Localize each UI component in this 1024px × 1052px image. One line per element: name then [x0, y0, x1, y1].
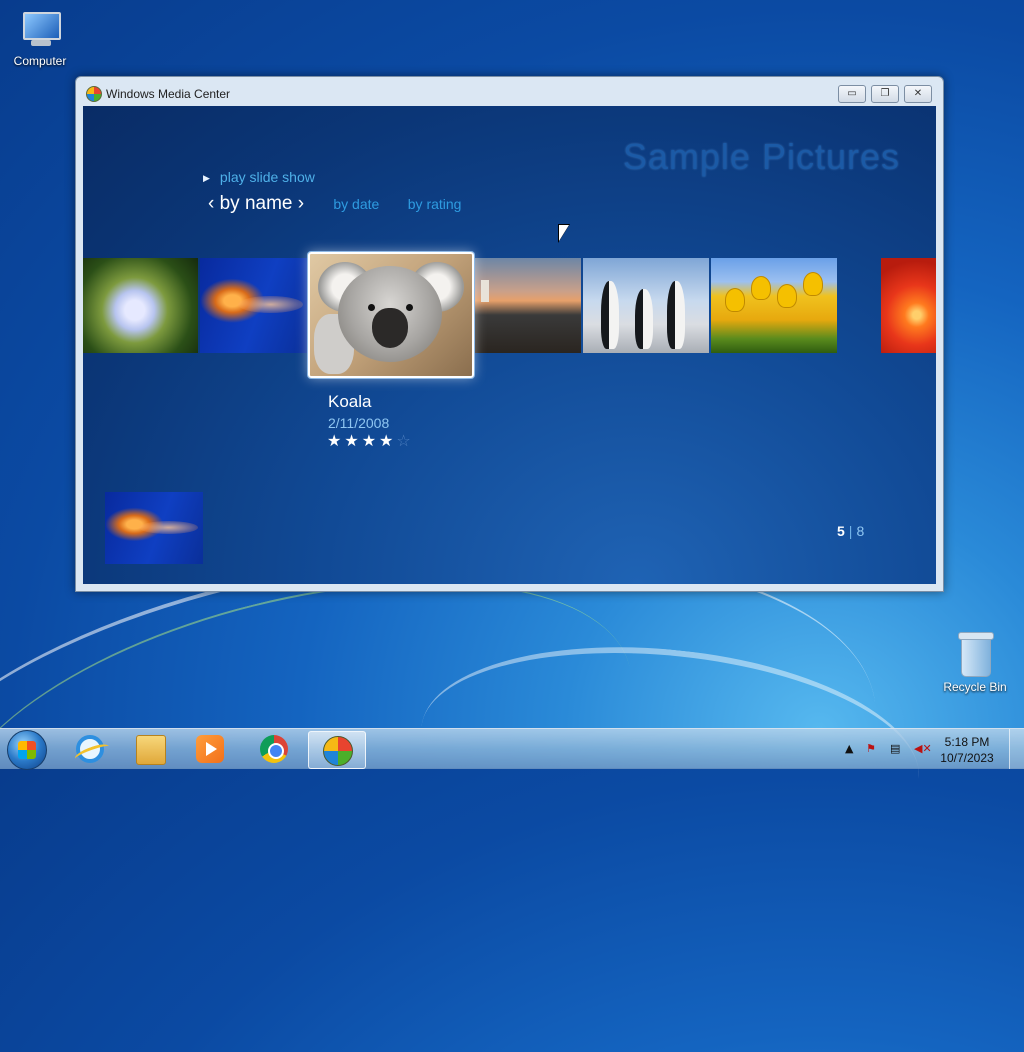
sort-selected[interactable]: ‹ by name › — [208, 193, 309, 214]
recycle-bin-icon — [958, 632, 994, 677]
start-button[interactable] — [7, 730, 47, 770]
taskbar: ▲ ⚑ ▤ ◀✕ 5:18 PM 10/7/2023 — [0, 728, 1024, 770]
thumbnail-penguins[interactable] — [583, 258, 709, 353]
volume-muted-icon[interactable]: ◀✕ — [914, 742, 932, 755]
restore-button[interactable]: ❐ — [871, 85, 899, 103]
desktop-icon-label: Recycle Bin — [943, 680, 1007, 694]
windows-logo-icon — [18, 741, 36, 759]
clock-date: 10/7/2023 — [940, 751, 994, 765]
picture-name: Koala — [328, 392, 372, 411]
thumbnail-lighthouse[interactable] — [473, 258, 581, 353]
play-slide-show-label: play slide show — [219, 169, 315, 185]
thumbnail-jellyfish[interactable] — [200, 258, 308, 353]
pager-current: 5 — [837, 523, 845, 539]
now-playing-preview[interactable] — [105, 492, 203, 564]
taskbar-internet-explorer[interactable] — [62, 731, 118, 767]
media-player-icon — [196, 735, 224, 763]
computer-icon — [17, 10, 63, 50]
star-filled-icon: ★ — [361, 431, 380, 450]
sort-selected-label: by name — [219, 193, 293, 214]
pager: 5 | 8 — [837, 523, 864, 539]
clock-time: 5:18 PM — [944, 735, 990, 749]
show-hidden-icons-icon[interactable]: ▲ — [845, 742, 853, 755]
pager-total: 8 — [856, 523, 865, 539]
play-icon: ▶ — [203, 173, 210, 183]
taskbar-file-explorer[interactable] — [122, 731, 178, 767]
star-filled-icon: ★ — [327, 431, 345, 450]
section-title: Sample Pictures — [622, 136, 900, 177]
media-center-window: Windows Media Center ▭ ❐ ✕ Sample Pictur… — [75, 76, 944, 592]
internet-explorer-icon — [76, 735, 104, 763]
media-center-content: Sample Pictures ▶ play slide show ‹ by na… — [83, 106, 936, 584]
sort-by-rating[interactable]: by rating — [408, 196, 462, 212]
window-titlebar[interactable]: Windows Media Center ▭ ❐ ✕ — [76, 77, 943, 107]
chevron-right-icon[interactable]: › — [298, 193, 304, 214]
play-slide-show-button[interactable]: ▶ play slide show — [203, 169, 315, 185]
media-center-icon — [86, 86, 102, 102]
thumbnail-hydrangea[interactable] — [83, 258, 198, 353]
chevron-left-icon[interactable]: ‹ — [208, 193, 214, 214]
pager-separator: | — [848, 523, 853, 539]
window-title: Windows Media Center — [106, 87, 231, 101]
picture-date: 2/11/2008 — [328, 415, 390, 431]
thumbnail-chrysanthemum[interactable] — [881, 258, 936, 353]
system-clock[interactable]: 5:18 PM 10/7/2023 — [932, 734, 1002, 766]
sort-by-date[interactable]: by date — [333, 196, 379, 212]
close-button[interactable]: ✕ — [904, 85, 932, 103]
desktop-icon-label: Computer — [13, 54, 67, 68]
action-center-flag-icon[interactable]: ⚑ — [866, 742, 876, 755]
taskbar-chrome[interactable] — [246, 731, 302, 767]
mouse-cursor-fill — [559, 225, 569, 241]
show-desktop-button[interactable] — [1009, 729, 1024, 769]
folder-icon — [136, 735, 166, 765]
thumbnail-koala-selected[interactable] — [308, 252, 474, 378]
media-center-icon — [323, 736, 353, 766]
minimize-button[interactable]: ▭ — [838, 85, 866, 103]
desktop-icon-recycle-bin[interactable]: Recycle Bin — [935, 632, 1015, 694]
rating-stars: ★★★★☆ — [327, 431, 414, 450]
star-empty-icon: ☆ — [396, 431, 414, 450]
taskbar-media-player[interactable] — [182, 731, 238, 767]
star-filled-icon: ★ — [379, 431, 397, 450]
desktop-icon-computer[interactable]: Computer — [0, 10, 80, 68]
taskbar-media-center[interactable] — [308, 731, 366, 769]
sort-options: ‹ by name › by date by rating — [208, 193, 461, 215]
thumbnail-tulips[interactable] — [711, 258, 837, 353]
network-icon[interactable]: ▤ — [890, 742, 900, 755]
chrome-icon — [260, 735, 288, 763]
star-filled-icon: ★ — [344, 431, 362, 450]
picture-strip — [83, 258, 936, 353]
